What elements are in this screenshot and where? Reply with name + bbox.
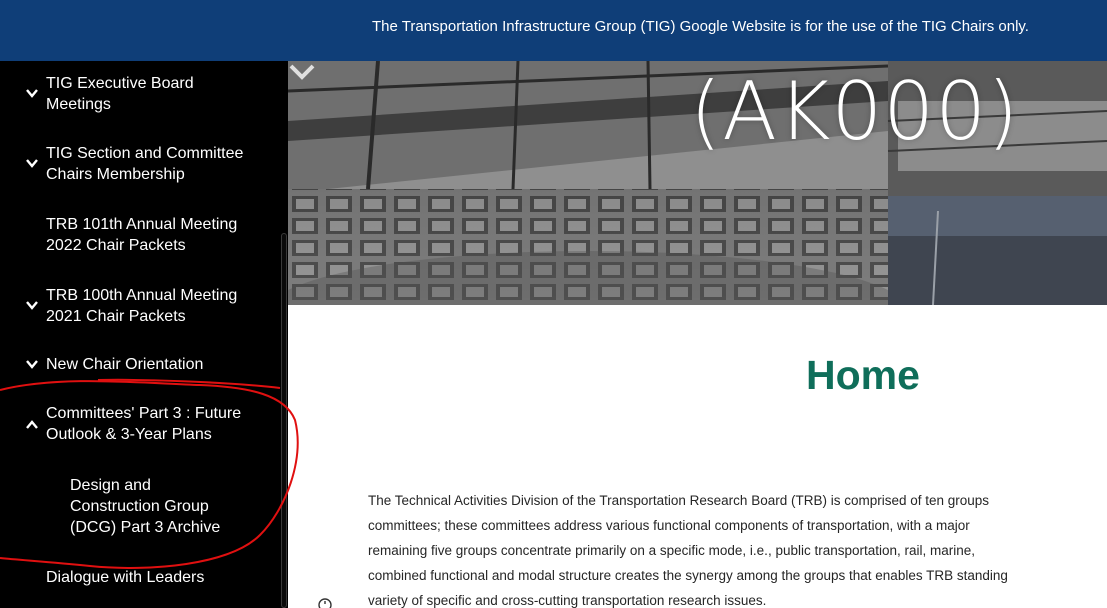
sidebar-item-new-chair-orientation[interactable]: New Chair Orientation	[0, 354, 280, 378]
sidebar-item-label: TRB 101th Annual Meeting 2022 Chair Packe…	[46, 216, 238, 254]
sidebar-item-label: Committees' Part 3 : Future Outlook & 3-Y…	[46, 405, 242, 443]
sidebar-scrollbar[interactable]	[281, 233, 287, 608]
chevron-down-icon[interactable]	[24, 157, 40, 169]
sidebar-item-dialogue-with-leaders[interactable]: Dialogue with Leaders	[0, 567, 280, 591]
sidebar-item-trb-100th-chair-packets[interactable]: TRB 100th Annual Meeting 2021 Chair Packe…	[0, 285, 280, 329]
paragraph-line: combined functional and modal structure …	[368, 568, 1008, 583]
sidebar-item-label: New Chair Orientation	[46, 356, 204, 373]
paragraph-line: committees; these committees address var…	[368, 518, 970, 533]
sidebar-subitem-dcg-part-3-archive[interactable]: Design and Construction Group (DCG) Part 3…	[0, 475, 280, 541]
sidebar-item-label: Design and Construction Group (DCG) Part 3…	[70, 477, 221, 536]
top-banner: The Transportation Infrastructure Group …	[0, 0, 1107, 61]
intro-paragraph: The Technical Activities Division of the…	[368, 488, 1107, 608]
sidebar-nav: TIG Executive Board Meetings TIG Section …	[0, 61, 288, 608]
page-title: Home	[806, 352, 920, 398]
hero-title: (AK000)	[690, 65, 1020, 158]
paragraph-line: variety of specific and cross-cutting tr…	[368, 593, 767, 608]
sidebar-item-label: TRB 100th Annual Meeting 2021 Chair Packe…	[46, 287, 238, 325]
hero-banner: (AK000)	[288, 61, 1107, 305]
sidebar-item-label: TIG Executive Board Meetings	[46, 75, 194, 113]
sidebar-item-trb-101th-chair-packets[interactable]: TRB 101th Annual Meeting 2022 Chair Packe…	[0, 214, 280, 258]
chevron-down-icon[interactable]	[24, 358, 40, 370]
paragraph-line: The Technical Activities Division of the…	[368, 493, 990, 508]
info-icon[interactable]	[318, 597, 332, 608]
sidebar-item-committees-part-3[interactable]: Committees' Part 3 : Future Outlook & 3-Y…	[0, 403, 280, 447]
sidebar-item-label: TIG Section and Committee Chairs Membersh…	[46, 145, 244, 183]
chevron-down-icon[interactable]	[288, 61, 316, 81]
sidebar-item-tig-executive-board-meetings[interactable]: TIG Executive Board Meetings	[0, 73, 280, 117]
chevron-down-icon[interactable]	[24, 87, 40, 99]
sidebar-item-tig-section-chairs-membership[interactable]: TIG Section and Committee Chairs Membersh…	[0, 143, 280, 187]
chevron-up-icon[interactable]	[24, 419, 40, 431]
banner-text: The Transportation Infrastructure Group …	[372, 18, 1029, 35]
sidebar-item-label: Dialogue with Leaders	[46, 569, 205, 586]
chevron-down-icon[interactable]	[24, 299, 40, 311]
paragraph-line: remaining five groups concentrate primar…	[368, 543, 976, 558]
